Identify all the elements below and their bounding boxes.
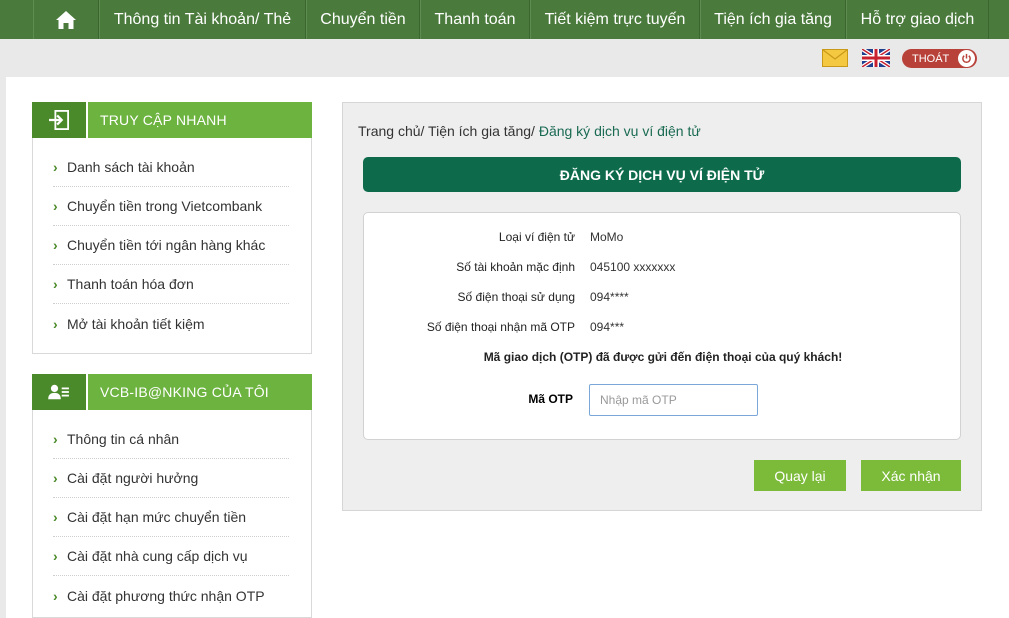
row-wallet-type: Loại ví điện tử MoMo — [364, 230, 962, 250]
my-ibanking-menu: › Thông tin cá nhân › Cài đặt người hưởng … — [32, 410, 312, 618]
logout-button[interactable]: THOÁT — [902, 49, 977, 68]
menu-transfer-other-bank[interactable]: › Chuyển tiền tới ngân hàng khác — [53, 226, 289, 265]
menu-otp-method-settings[interactable]: › Cài đặt phương thức nhận OTP — [53, 576, 289, 615]
menu-personal-info[interactable]: › Thông tin cá nhân — [53, 420, 289, 459]
home-icon — [56, 10, 76, 29]
otp-label: Mã OTP — [528, 392, 573, 406]
default-account-label: Số tài khoản mặc định — [456, 260, 575, 274]
otp-phone-label: Số điện thoại nhận mã OTP — [426, 320, 575, 334]
chevron-right-icon: › — [53, 198, 58, 214]
menu-provider-settings[interactable]: › Cài đặt nhà cung cấp dịch vụ — [53, 537, 289, 576]
quick-access-menu: › Danh sách tài khoản › Chuyển tiền trong … — [32, 138, 312, 354]
chevron-right-icon: › — [53, 159, 58, 175]
nav-account-card[interactable]: Thông tin Tài khoản/ Thẻ — [99, 0, 306, 39]
confirm-button[interactable]: Xác nhận — [861, 460, 961, 491]
wallet-type-label: Loại ví điện tử — [498, 230, 575, 244]
page-title: ĐĂNG KÝ DỊCH VỤ VÍ ĐIỆN TỬ — [363, 157, 961, 192]
phone-used-label: Số điện thoại sử dụng — [457, 290, 575, 304]
menu-limit-settings[interactable]: › Cài đặt hạn mức chuyển tiền — [53, 498, 289, 537]
breadcrumb: Trang chủ/ Tiện ích gia tăng/ Đăng ký dị… — [358, 123, 701, 139]
chevron-right-icon: › — [53, 509, 58, 525]
menu-bill-payment[interactable]: › Thanh toán hóa đơn — [53, 265, 289, 304]
default-account-value: 045100 xxxxxxx — [590, 260, 676, 274]
otp-sent-notice: Mã giao dịch (OTP) đã được gửi đến điện … — [483, 350, 843, 364]
my-ibanking-title: VCB-IB@NKING CỦA TÔI — [100, 384, 269, 400]
chevron-right-icon: › — [53, 315, 58, 332]
chevron-right-icon: › — [53, 548, 58, 564]
quick-access-header: TRUY CẬP NHANH — [32, 102, 312, 138]
nav-online-savings[interactable]: Tiết kiệm trực tuyến — [530, 0, 700, 39]
row-phone-used: Số điện thoại sử dụng 094**** — [364, 290, 962, 310]
top-navigation: Thông tin Tài khoản/ Thẻ Chuyển tiền Tha… — [0, 0, 1009, 39]
row-default-account: Số tài khoản mặc định 045100 xxxxxxx — [364, 260, 962, 280]
menu-transfer-internal[interactable]: › Chuyển tiền trong Vietcombank — [53, 187, 289, 226]
utility-bar — [0, 39, 1009, 76]
my-ibanking-header: VCB-IB@NKING CỦA TÔI — [32, 374, 312, 410]
sign-in-icon — [32, 102, 88, 138]
registration-form: Loại ví điện tử MoMo Số tài khoản mặc đị… — [363, 212, 961, 440]
menu-beneficiary-settings[interactable]: › Cài đặt người hưởng — [53, 459, 289, 498]
logout-label: THOÁT — [912, 52, 950, 65]
nav-home[interactable] — [33, 0, 99, 39]
uk-flag-icon[interactable] — [862, 49, 890, 67]
phone-used-value: 094**** — [590, 290, 629, 304]
chevron-right-icon: › — [53, 237, 58, 253]
back-button[interactable]: Quay lại — [754, 460, 846, 491]
breadcrumb-current: Đăng ký dịch vụ ví điện tử — [538, 123, 701, 139]
mail-icon[interactable] — [822, 49, 848, 67]
nav-value-added[interactable]: Tiện ích gia tăng — [700, 0, 846, 39]
menu-open-savings[interactable]: › Mở tài khoản tiết kiệm — [53, 304, 289, 343]
power-icon — [958, 50, 975, 67]
nav-support[interactable]: Hỗ trợ giao dịch — [846, 0, 989, 39]
quick-access-title: TRUY CẬP NHANH — [100, 112, 227, 128]
chevron-right-icon: › — [53, 470, 58, 486]
menu-account-list[interactable]: › Danh sách tài khoản — [53, 148, 289, 187]
chevron-right-icon: › — [53, 587, 58, 604]
nav-payment[interactable]: Thanh toán — [420, 0, 530, 39]
otp-input[interactable] — [589, 384, 758, 416]
nav-transfer[interactable]: Chuyển tiền — [306, 0, 420, 39]
breadcrumb-home[interactable]: Trang chủ — [358, 123, 421, 139]
otp-phone-value: 094*** — [590, 320, 625, 334]
chevron-right-icon: › — [53, 431, 58, 447]
row-otp-phone: Số điện thoại nhận mã OTP 094*** — [364, 320, 962, 340]
breadcrumb-section[interactable]: Tiện ích gia tăng — [428, 123, 531, 139]
content-panel: Trang chủ/ Tiện ích gia tăng/ Đăng ký dị… — [342, 102, 982, 511]
chevron-right-icon: › — [53, 276, 58, 292]
wallet-type-value: MoMo — [590, 230, 624, 244]
user-card-icon — [32, 374, 88, 410]
